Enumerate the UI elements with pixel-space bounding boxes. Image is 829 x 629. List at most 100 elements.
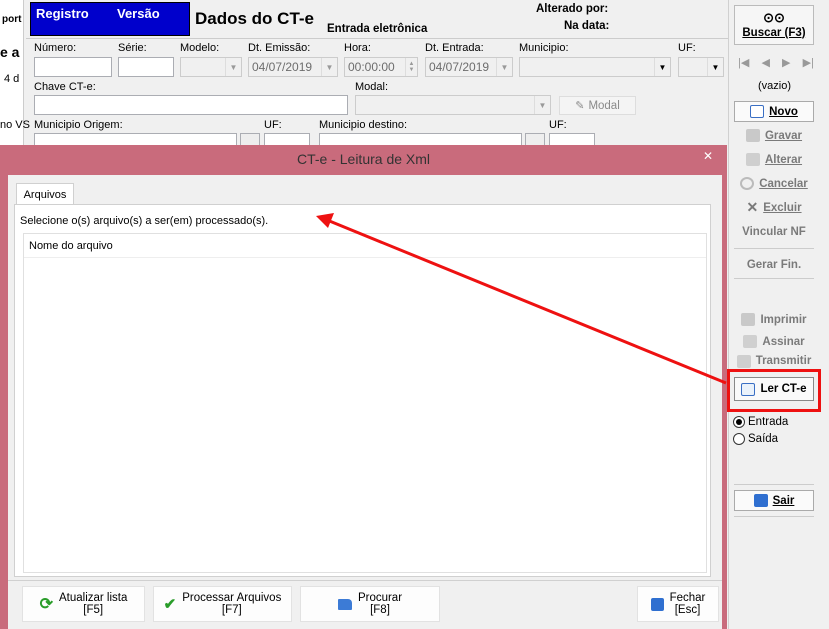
left-strip: port e a 4 d no VS (0, 0, 30, 145)
alterar-button[interactable]: Alterar (734, 149, 814, 170)
uf-select[interactable]: ▼ (678, 57, 724, 77)
municipio-label: Municipio: (519, 42, 569, 54)
processar-key: [F7] (221, 604, 242, 616)
uf-label: UF: (678, 42, 696, 54)
municipio-select[interactable]: ▼ (519, 57, 671, 77)
ler-label: Ler CT-e (760, 383, 807, 395)
pencil-icon: ✎ (575, 100, 585, 112)
excluir-label: Excluir (763, 201, 802, 214)
dialog-body: Arquivos Selecione o(s) arquivo(s) a ser… (8, 175, 722, 629)
cancelar-label: Cancelar (759, 177, 808, 190)
spin-icon: ▲ ▼ (405, 58, 417, 76)
column-header-nome[interactable]: Nome do arquivo (24, 234, 706, 258)
chevron-down-icon: ▼ (654, 58, 670, 76)
header-divider (26, 38, 728, 39)
instruction-text: Selecione o(s) arquivo(s) a ser(em) proc… (20, 215, 269, 227)
gravar-button[interactable]: Gravar (734, 125, 814, 146)
gerar-label: Gerar Fin. (746, 258, 802, 271)
transmit-icon (736, 355, 751, 368)
versao-label: Versão (117, 6, 160, 21)
next-record-icon[interactable]: ▶ (782, 56, 790, 69)
prev-record-icon[interactable]: ◀ (761, 56, 769, 69)
fechar-label: Fechar (669, 592, 706, 604)
serie-label: Série: (118, 42, 147, 54)
sair-button[interactable]: Sair (734, 490, 814, 511)
municipio-destino-label: Municipio destino: (319, 119, 408, 131)
saida-label: Saída (748, 433, 779, 445)
registro-label: Registro (36, 6, 89, 21)
entrada-radio[interactable]: Entrada (733, 416, 788, 428)
fechar-button[interactable]: Fechar [Esc] (637, 586, 719, 622)
chave-label: Chave CT-e: (34, 81, 96, 93)
imprimir-button[interactable]: Imprimir (734, 309, 814, 330)
buscar-label: Buscar (F3) (742, 26, 806, 39)
sidebar-divider-2 (734, 278, 814, 279)
serie-input[interactable] (118, 57, 174, 77)
atualizar-label: Atualizar lista (59, 592, 128, 604)
excluir-button[interactable]: ✕ Excluir (734, 197, 814, 218)
buscar-button[interactable]: ⊙⊙ Buscar (F3) (734, 5, 814, 45)
modal-label: Modal: (355, 81, 389, 93)
left-text-3: 4 d (4, 73, 20, 85)
alterado-por-label: Alterado por: (536, 3, 609, 15)
dt-entrada-label: Dt. Entrada: (425, 42, 484, 54)
saida-radio[interactable]: Saída (733, 433, 778, 445)
modal-select[interactable]: ▼ (355, 95, 551, 115)
left-text-4: no VS (0, 119, 30, 131)
atualizar-button[interactable]: ⟳ Atualizar lista [F5] (22, 586, 145, 622)
binoculars-icon: ⊙⊙ (763, 9, 785, 25)
procurar-label: Procurar (357, 592, 403, 604)
first-record-icon[interactable]: |◀ (738, 56, 749, 69)
chevron-down-icon: ▼ (225, 58, 241, 76)
dt-emissao-input[interactable]: 04/07/2019 ▼ (248, 57, 338, 77)
processar-button[interactable]: ✔ Processar Arquivos [F7] (153, 586, 292, 622)
file-list[interactable]: Nome do arquivo (23, 233, 707, 573)
nav-buttons: |◀ ◀ ▶ ▶| (738, 56, 814, 69)
fechar-key: [Esc] (674, 604, 701, 616)
sidebar-divider (734, 248, 814, 249)
tab-arquivos[interactable]: Arquivos (16, 183, 74, 205)
transmitir-button[interactable]: Transmitir (734, 355, 814, 369)
sidebar-divider-4 (734, 516, 814, 517)
modal-button-label: Modal (588, 99, 620, 112)
printer-icon (741, 313, 756, 326)
novo-button[interactable]: Novo (734, 101, 814, 122)
xml-dialog: CT-e - Leitura de Xml ✕ Arquivos Selecio… (0, 145, 727, 629)
dialog-close-button[interactable]: ✕ (693, 147, 723, 165)
footer-divider (8, 580, 722, 581)
signature-icon (743, 335, 758, 348)
dt-emissao-label: Dt. Emissão: (248, 42, 311, 54)
assinar-label: Assinar (762, 335, 805, 348)
chevron-down-icon: ▼ (496, 58, 512, 76)
check-icon: ✔ (163, 596, 177, 613)
exit-icon (650, 597, 664, 611)
last-record-icon[interactable]: ▶| (803, 56, 814, 69)
chave-input[interactable] (34, 95, 348, 115)
hora-input[interactable]: 00:00:00 ▲ ▼ (344, 57, 418, 77)
ler-cte-button[interactable]: Ler CT-e (734, 377, 814, 401)
assinar-button[interactable]: Assinar (734, 331, 814, 352)
dt-entrada-input[interactable]: 04/07/2019 ▼ (425, 57, 513, 77)
page-subtitle: Entrada eletrônica (327, 23, 428, 35)
save-icon (745, 129, 760, 142)
gerar-fin-button[interactable]: Gerar Fin. (734, 254, 814, 275)
sair-label: Sair (772, 494, 795, 507)
cancelar-button[interactable]: Cancelar (734, 173, 814, 194)
modelo-select[interactable]: ▼ (180, 57, 242, 77)
cancel-icon (740, 177, 755, 190)
modal-button[interactable]: ✎ Modal (559, 96, 636, 115)
uf3-label: UF: (549, 119, 567, 131)
refresh-icon: ⟳ (39, 596, 53, 613)
procurar-button[interactable]: Procurar [F8] (300, 586, 440, 622)
sidebar-divider-3 (734, 484, 814, 485)
exit-icon (753, 494, 768, 507)
numero-input[interactable] (34, 57, 112, 77)
dt-entrada-value: 04/07/2019 (429, 60, 490, 74)
procurar-key: [F8] (370, 604, 390, 616)
close-icon: ✕ (702, 149, 714, 163)
new-document-icon (750, 105, 765, 118)
vincular-button[interactable]: Vincular NF (734, 221, 814, 242)
novo-label: Novo (769, 105, 798, 118)
dt-emissao-value: 04/07/2019 (252, 60, 313, 74)
hora-value: 00:00:00 (348, 60, 395, 74)
